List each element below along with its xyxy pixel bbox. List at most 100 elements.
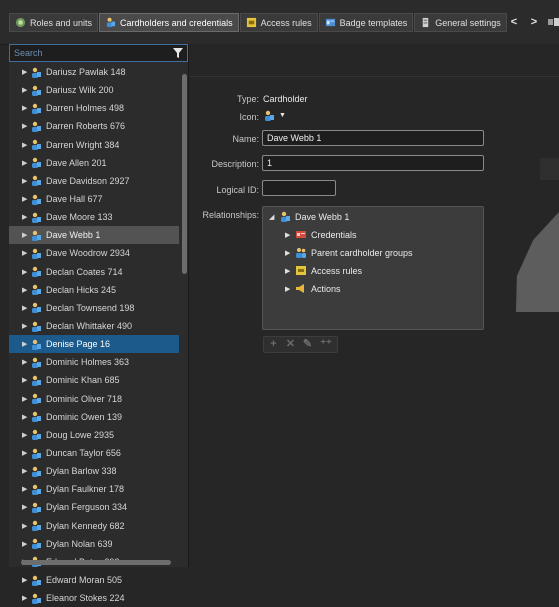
collapsed-arrow-icon[interactable]: ▶ xyxy=(285,249,295,257)
expand-arrow-icon[interactable]: ▶ xyxy=(22,376,30,384)
cardholder-icon xyxy=(32,375,41,386)
expand-arrow-icon[interactable]: ▶ xyxy=(22,395,30,403)
expand-arrow-icon[interactable]: ▶ xyxy=(22,322,30,330)
cardholder-icon xyxy=(32,393,41,405)
cardholder-row[interactable]: ▶ Declan Hicks 245 xyxy=(9,281,179,299)
collapsed-arrow-icon[interactable]: ▶ xyxy=(285,267,295,275)
expand-arrow-icon[interactable]: ▶ xyxy=(22,449,30,457)
expand-arrow-icon[interactable]: ▶ xyxy=(22,141,30,149)
cardholder-row[interactable]: ▶ Eleanor Stokes 224 xyxy=(9,589,179,607)
expand-arrow-icon[interactable]: ▶ xyxy=(22,231,30,239)
cardholder-row[interactable]: ▶ Dave Moore 133 xyxy=(9,208,179,226)
tab-roles-and-units[interactable]: Roles and units xyxy=(9,13,99,32)
expand-arrow-icon[interactable]: ▶ xyxy=(22,503,30,511)
cardholder-row[interactable]: ▶ Dylan Faulkner 178 xyxy=(9,480,179,498)
cardholder-label: Dylan Barlow 338 xyxy=(46,466,117,477)
expand-arrow-icon[interactable]: ▶ xyxy=(22,249,30,257)
horizontal-scrollbar[interactable] xyxy=(21,560,171,565)
cardholder-row[interactable]: ▶ Edward Moran 505 xyxy=(9,571,179,589)
tab-badge-templates[interactable]: Badge templates xyxy=(318,13,414,32)
expand-arrow-icon[interactable]: ▶ xyxy=(22,195,30,203)
relationships-label: Relationships: xyxy=(202,210,259,220)
credentials-icon xyxy=(296,231,306,238)
cardholder-row[interactable]: ▶ Declan Coates 714 xyxy=(9,263,179,281)
tab-general-settings[interactable]: General settings xyxy=(414,13,507,32)
expand-arrow-icon[interactable]: ▶ xyxy=(22,431,30,439)
cardholder-row[interactable]: ▶ Doug Lowe 2935 xyxy=(9,426,179,444)
cardholder-row[interactable]: ▶ Darren Holmes 498 xyxy=(9,99,179,117)
cardholder-row[interactable]: ▶ Declan Townsend 198 xyxy=(9,299,179,317)
expand-arrow-icon[interactable]: ▶ xyxy=(22,122,30,130)
cardholder-label: Declan Hicks 245 xyxy=(46,284,117,295)
relationship-actions[interactable]: ▶ Actions xyxy=(285,283,341,294)
cardholder-row[interactable]: ▶ Dariusz Pawlak 148 xyxy=(9,63,179,81)
cardholder-row[interactable]: ▶ Dave Allen 201 xyxy=(9,154,179,172)
expand-arrow-icon[interactable]: ▶ xyxy=(22,268,30,276)
cardholder-row[interactable]: ▶ Darren Wright 384 xyxy=(9,136,179,154)
overflow-tabs-icon[interactable] xyxy=(548,17,559,27)
expand-arrow-icon[interactable]: ▶ xyxy=(22,540,30,548)
expand-arrow-icon[interactable]: ▶ xyxy=(22,304,30,312)
expand-arrow-icon[interactable]: ▶ xyxy=(22,594,30,602)
collapsed-arrow-icon[interactable]: ▶ xyxy=(285,285,295,293)
scrollbar-thumb[interactable] xyxy=(182,74,187,274)
cardholder-row[interactable]: ▶ Dariusz Wilk 200 xyxy=(9,81,179,99)
cardholder-row[interactable]: ▶ Dave Woodrow 2934 xyxy=(9,244,179,262)
expand-arrow-icon[interactable]: ▶ xyxy=(22,467,30,475)
expand-arrow-icon[interactable]: ▶ xyxy=(22,485,30,493)
tab-access-rules[interactable]: Access rules xyxy=(239,13,318,32)
relationship-parent-groups[interactable]: ▶ Parent cardholder groups xyxy=(285,247,413,258)
cardholder-tree-panel: ▶ Dariusz Pawlak 148 ▶ Dariusz Wilk 200 ▶ Dar… xyxy=(9,44,189,604)
cardholder-row[interactable]: ▶ Declan Whittaker 490 xyxy=(9,317,179,335)
cardholder-row[interactable]: ▶ Denise Page 16 xyxy=(9,335,179,354)
cardholder-row[interactable]: ▶ Dave Webb 1 xyxy=(9,226,179,245)
previous-tab-button[interactable]: < xyxy=(507,13,521,32)
expand-arrow-icon[interactable]: ▶ xyxy=(22,413,30,421)
add-multiple-button[interactable]: ⁺⁺ xyxy=(319,339,333,350)
cardholder-details-pane: Type: Cardholder Icon: ▼ Name: Descripti… xyxy=(189,44,559,567)
expand-arrow-icon[interactable]: ▶ xyxy=(22,213,30,221)
cardholder-row[interactable]: ▶ Darren Roberts 676 xyxy=(9,117,179,135)
expand-arrow-icon[interactable]: ▶ xyxy=(22,68,30,76)
cardholder-row[interactable]: ▶ Dylan Kennedy 682 xyxy=(9,517,179,535)
expand-arrow-icon[interactable]: ▶ xyxy=(22,159,30,167)
name-field[interactable] xyxy=(262,130,484,146)
logical-id-field[interactable] xyxy=(262,180,336,196)
add-relationship-button[interactable]: + xyxy=(268,339,279,350)
cardholder-row[interactable]: ▶ Dominic Owen 139 xyxy=(9,408,179,426)
search-input[interactable] xyxy=(10,45,172,61)
expand-arrow-icon[interactable]: ▶ xyxy=(22,340,30,348)
edit-relationship-button[interactable]: ✎ xyxy=(302,339,313,350)
collapsed-arrow-icon[interactable]: ▶ xyxy=(285,231,295,239)
relationship-root[interactable]: ◢ Dave Webb 1 xyxy=(269,211,349,222)
tab-label: Roles and units xyxy=(30,17,93,28)
filter-icon[interactable] xyxy=(172,47,184,59)
cardholder-row[interactable]: ▶ Dave Hall 677 xyxy=(9,190,179,208)
cardholder-row[interactable]: ▶ Duncan Taylor 656 xyxy=(9,444,179,462)
cardholder-row[interactable]: ▶ Dave Davidson 2927 xyxy=(9,172,179,190)
cardholder-label: Dariusz Pawlak 148 xyxy=(46,67,126,78)
remove-relationship-button[interactable]: ✕ xyxy=(285,339,296,350)
cardholder-row[interactable]: ▶ Dylan Barlow 338 xyxy=(9,462,179,480)
cardholder-row[interactable]: ▶ Dominic Holmes 363 xyxy=(9,353,179,371)
relationship-access-rules[interactable]: ▶ Access rules xyxy=(285,265,362,276)
cardholder-icon xyxy=(265,110,274,121)
expand-arrow-icon[interactable]: ▶ xyxy=(22,286,30,294)
tab-cardholders-and-credentials[interactable]: Cardholders and credentials xyxy=(99,13,239,32)
cardholder-row[interactable]: ▶ Dominic Khan 685 xyxy=(9,371,179,389)
expand-arrow-icon[interactable]: ▶ xyxy=(22,86,30,94)
cardholder-row[interactable]: ▶ Dylan Nolan 639 xyxy=(9,535,179,553)
expand-arrow-icon[interactable]: ▶ xyxy=(22,522,30,530)
expand-arrow-icon[interactable]: ▶ xyxy=(22,576,30,584)
cardholder-row[interactable]: ▶ Dylan Ferguson 334 xyxy=(9,498,179,516)
roles-icon xyxy=(15,17,26,28)
next-tab-button[interactable]: > xyxy=(527,13,541,32)
expand-arrow-icon[interactable]: ▶ xyxy=(22,177,30,185)
relationship-credentials[interactable]: ▶ Credentials xyxy=(285,229,357,240)
cardholder-row[interactable]: ▶ Dominic Oliver 718 xyxy=(9,390,179,408)
expand-arrow-icon[interactable]: ▶ xyxy=(22,104,30,112)
icon-picker[interactable]: ▼ xyxy=(263,110,286,121)
expanded-arrow-icon[interactable]: ◢ xyxy=(269,213,279,221)
expand-arrow-icon[interactable]: ▶ xyxy=(22,358,30,366)
description-field[interactable] xyxy=(262,155,484,171)
